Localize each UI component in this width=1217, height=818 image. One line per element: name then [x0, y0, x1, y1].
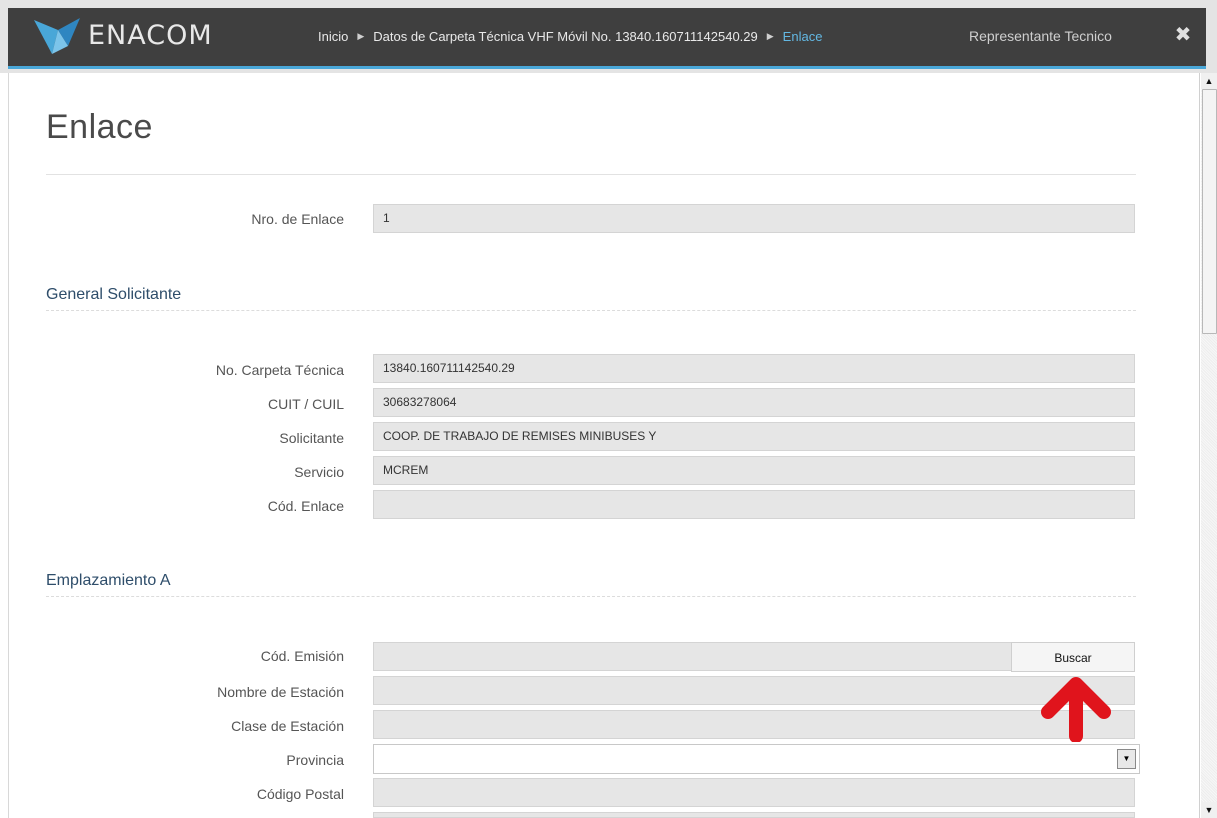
nombre-estacion-field[interactable] [373, 676, 1135, 705]
enacom-logo-icon[interactable] [32, 16, 82, 56]
clase-estacion-field[interactable] [373, 710, 1135, 739]
caret-right-icon: ▶ [357, 31, 365, 41]
next-field-partial[interactable] [373, 812, 1135, 818]
cuit-cuil-label: CUIT / CUIL [268, 396, 344, 412]
close-icon[interactable]: ✖ [1172, 24, 1194, 46]
frame-border-right [1199, 73, 1200, 818]
red-arrow-up-icon [1041, 677, 1111, 742]
codigo-postal-field[interactable] [373, 778, 1135, 807]
scrollbar-thumb[interactable] [1202, 89, 1217, 334]
servicio-label: Servicio [294, 464, 344, 480]
section-title-emplazamiento-a: Emplazamiento A [46, 572, 171, 589]
section-divider [46, 310, 1136, 311]
cod-enlace-label: Cód. Enlace [267, 498, 344, 514]
breadcrumb-current: Enlace [782, 29, 823, 44]
breadcrumb-folder[interactable]: Datos de Carpeta Técnica VHF Móvil No. 1… [373, 29, 757, 44]
frame-border-left [8, 73, 9, 818]
cod-emision-label: Cód. Emisión [260, 648, 344, 664]
cod-emision-field[interactable] [373, 642, 1013, 671]
breadcrumb-home[interactable]: Inicio [318, 29, 348, 44]
nro-enlace-field[interactable]: 1 [373, 204, 1135, 233]
nro-enlace-label: Nro. de Enlace [251, 211, 344, 227]
buscar-button[interactable]: Buscar [1011, 642, 1135, 672]
title-divider [46, 174, 1136, 175]
breadcrumb: Inicio ▶ Datos de Carpeta Técnica VHF Mó… [318, 29, 822, 44]
servicio-field[interactable]: MCREM [373, 456, 1135, 485]
provincia-label: Provincia [286, 752, 344, 768]
cod-enlace-field[interactable] [373, 490, 1135, 519]
scroll-up-arrow-icon[interactable]: ▲ [1201, 73, 1217, 89]
solicitante-label: Solicitante [279, 430, 344, 446]
logo-text: ENACOM [88, 20, 213, 51]
user-label[interactable]: Representante Tecnico [969, 28, 1112, 44]
chevron-down-icon[interactable]: ▼ [1117, 749, 1136, 769]
no-carpeta-tecnica-label: No. Carpeta Técnica [215, 362, 344, 378]
solicitante-field[interactable]: COOP. DE TRABAJO DE REMISES MINIBUSES Y [373, 422, 1135, 451]
nombre-estacion-label: Nombre de Estación [217, 684, 344, 700]
section-divider [46, 596, 1136, 597]
cuit-cuil-field[interactable]: 30683278064 [373, 388, 1135, 417]
section-title-general-solicitante: General Solicitante [46, 286, 182, 303]
caret-right-icon: ▶ [766, 31, 774, 41]
codigo-postal-label: Código Postal [256, 786, 344, 802]
vertical-scrollbar[interactable]: ▲ ▼ [1201, 73, 1217, 818]
clase-estacion-label: Clase de Estación [231, 718, 344, 734]
page-title: Enlace [46, 108, 153, 146]
no-carpeta-tecnica-field[interactable]: 13840.160711142540.29 [373, 354, 1135, 383]
provincia-select[interactable]: ▼ [373, 744, 1140, 774]
header-accent-line [8, 66, 1206, 69]
scroll-down-arrow-icon[interactable]: ▼ [1201, 802, 1217, 818]
